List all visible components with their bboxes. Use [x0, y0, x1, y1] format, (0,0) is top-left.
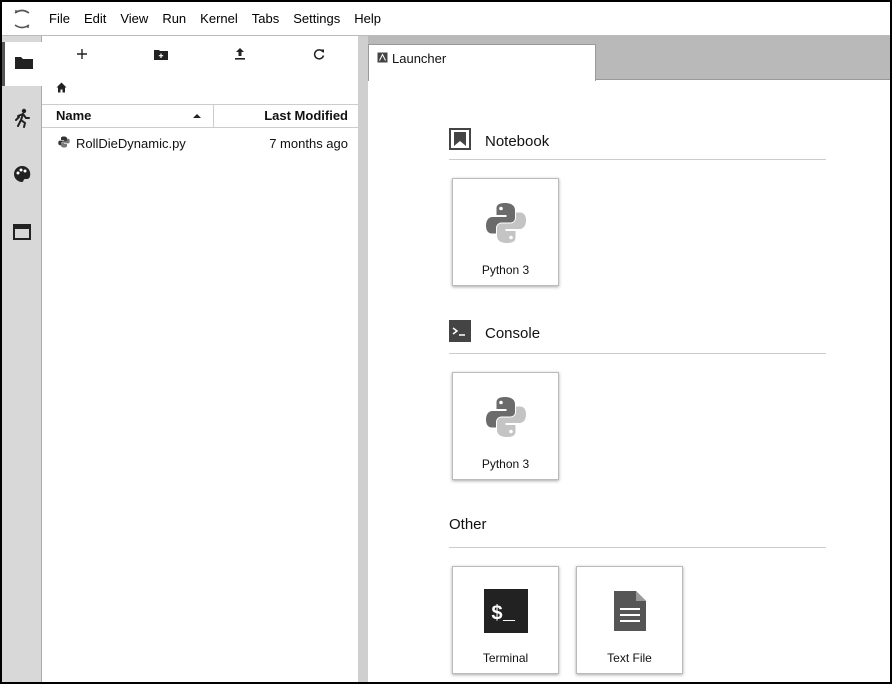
name-column-label: Name [56, 108, 92, 123]
python-logo-icon [484, 389, 528, 445]
jupyter-logo-icon [2, 2, 42, 36]
upload-button[interactable] [200, 36, 279, 76]
new-launcher-icon [76, 47, 88, 65]
other-divider [449, 547, 826, 548]
menu-file[interactable]: File [42, 2, 77, 36]
menu-run[interactable]: Run [155, 2, 193, 36]
card-label: Python 3 [481, 263, 530, 277]
file-list-header: Name Last Modified [42, 104, 358, 128]
home-icon [56, 80, 67, 97]
breadcrumb-home[interactable] [56, 80, 67, 98]
folder-icon [14, 55, 33, 74]
tabs-icon [12, 223, 31, 245]
console-divider [449, 353, 826, 354]
file-name: RollDieDynamic.py [76, 135, 186, 151]
jupyterlab-window: File Edit View Run Kernel Tabs Settings … [0, 0, 892, 684]
python-logo-icon [484, 195, 528, 251]
menu-view[interactable]: View [113, 2, 155, 36]
sort-ascending-icon [193, 105, 201, 127]
name-column-header[interactable]: Name [42, 105, 214, 127]
other-section-title: Other [449, 516, 487, 533]
console-python3-card[interactable]: Python 3 [452, 372, 559, 480]
property-inspector-tab[interactable] [2, 154, 41, 198]
panel-splitter[interactable] [358, 36, 368, 682]
file-browser-toolbar [42, 36, 358, 76]
main-dock-area: Launcher Notebook Python 3 Console Pytho… [368, 36, 890, 682]
file-browser-panel: Name Last Modified RollDieDynamic.py 7 m… [42, 36, 358, 682]
launcher-icon [377, 52, 388, 63]
last-modified-column-header[interactable]: Last Modified [214, 105, 358, 127]
refresh-icon [313, 47, 325, 65]
palette-icon [13, 165, 31, 188]
notebook-python3-card[interactable]: Python 3 [452, 178, 559, 286]
svg-text:$_: $_ [491, 603, 516, 626]
new-folder-icon [153, 47, 168, 65]
card-label: Python 3 [481, 457, 530, 471]
menu-help[interactable]: Help [347, 2, 388, 36]
file-browser-tab[interactable] [2, 42, 42, 86]
refresh-button[interactable] [279, 36, 358, 76]
notebook-divider [449, 159, 826, 160]
notebook-section-label: Notebook [485, 132, 550, 150]
menu-tabs[interactable]: Tabs [245, 2, 286, 36]
menu-kernel[interactable]: Kernel [193, 2, 245, 36]
console-section-title: Console [449, 320, 540, 346]
left-activity-bar [2, 36, 42, 682]
python-file-icon [58, 136, 70, 151]
text-file-card[interactable]: Text File [576, 566, 683, 674]
notebook-icon [449, 128, 471, 154]
tab-launcher[interactable]: Launcher [368, 44, 596, 81]
running-icon [14, 108, 30, 133]
terminal-card[interactable]: $_ Terminal [452, 566, 559, 674]
console-icon [449, 320, 471, 346]
tab-bar: Launcher [368, 36, 890, 81]
menu-bar: File Edit View Run Kernel Tabs Settings … [2, 2, 890, 36]
notebook-section-title: Notebook [449, 128, 549, 154]
menu-edit[interactable]: Edit [77, 2, 113, 36]
terminal-icon: $_ [483, 583, 528, 639]
new-folder-button[interactable] [121, 36, 200, 76]
file-modified: 7 months ago [269, 135, 348, 151]
text-file-icon [612, 583, 648, 639]
menu-settings[interactable]: Settings [286, 2, 347, 36]
card-label: Text File [607, 651, 652, 665]
card-label: Terminal [482, 651, 529, 665]
tab-label: Launcher [392, 51, 447, 66]
running-tab[interactable] [2, 98, 41, 142]
open-tabs-tab[interactable] [2, 212, 41, 256]
file-row[interactable]: RollDieDynamic.py 7 months ago [42, 132, 358, 154]
other-section-label: Other [449, 516, 487, 533]
console-section-label: Console [485, 324, 541, 342]
upload-icon [234, 47, 246, 65]
new-launcher-button[interactable] [42, 36, 121, 76]
